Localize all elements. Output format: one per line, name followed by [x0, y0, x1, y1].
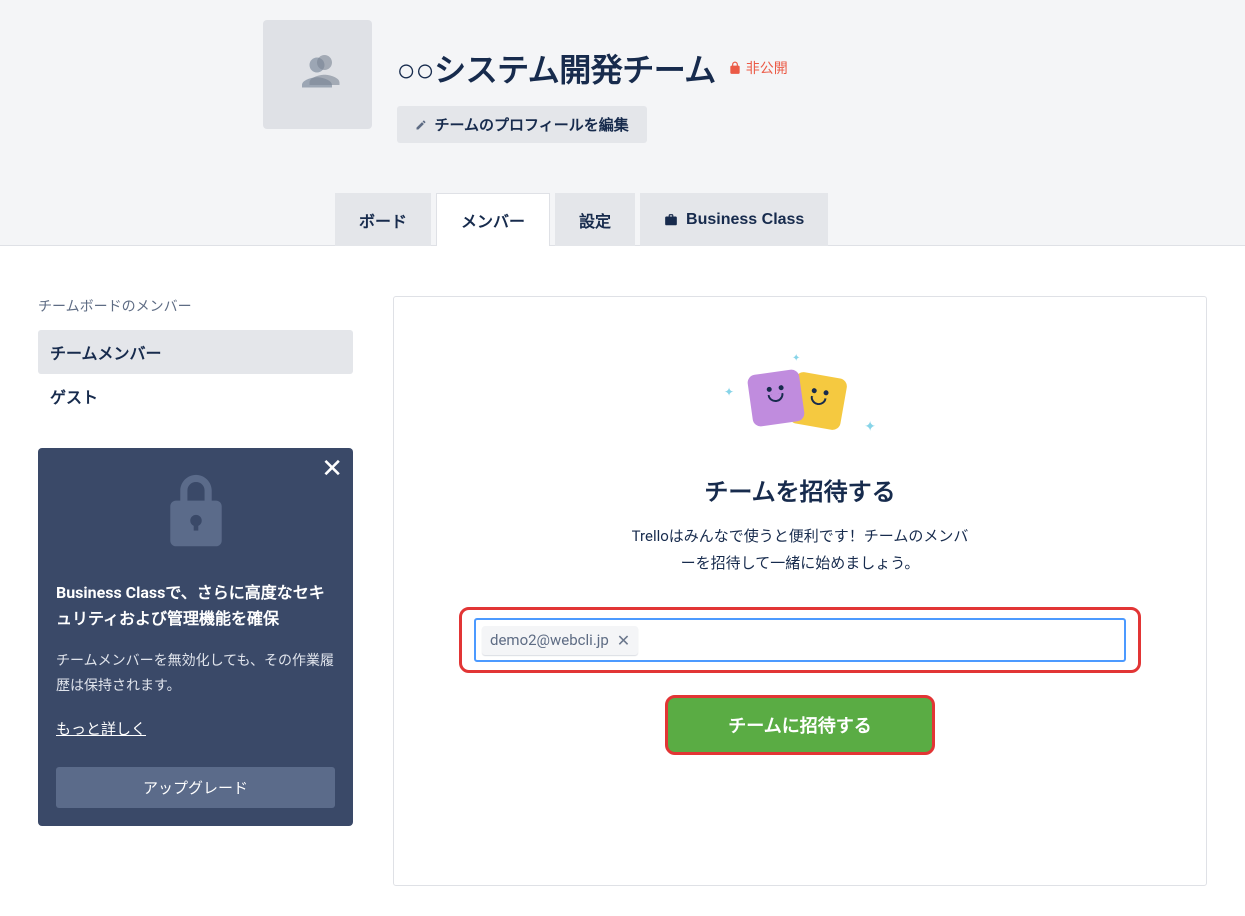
upgrade-button[interactable]: アップグレード — [56, 767, 335, 808]
invite-input-field[interactable]: demo2@webcli.jp ✕ — [474, 618, 1126, 662]
promo-title: Business Classで、さらに高度なセキュリティおよび管理機能を確保 — [56, 580, 335, 631]
edit-profile-button[interactable]: チームのプロフィールを編集 — [397, 106, 647, 143]
edit-profile-label: チームのプロフィールを編集 — [435, 114, 629, 135]
sparkle-icon: ✦ — [724, 385, 734, 399]
invite-text-input[interactable] — [644, 628, 1118, 653]
face-purple-icon — [747, 369, 806, 428]
sidebar: チームボードのメンバー チームメンバー ゲスト ✕ Business Class… — [38, 296, 353, 886]
promo-desc: チームメンバーを無効化しても、その作業履歴は保持されます。 — [56, 649, 335, 699]
header-section: ○○システム開発チーム 非公開 チームのプロフィールを編集 ボード メンバー 設… — [0, 0, 1245, 246]
invite-input-highlight: demo2@webcli.jp ✕ — [459, 607, 1141, 673]
invite-illustration: ✦ ✦ ✦ — [459, 352, 1141, 442]
sparkle-icon: ✦ — [864, 419, 876, 435]
sparkle-icon: ✦ — [792, 353, 800, 364]
invite-submit-button[interactable]: チームに招待する — [665, 695, 934, 755]
email-chip-text: demo2@webcli.jp — [490, 631, 609, 649]
lock-illustration — [56, 472, 335, 556]
promo-learn-more-link[interactable]: もっと詳しく — [56, 718, 146, 739]
promo-card: ✕ Business Classで、さらに高度なセキュリティおよび管理機能を確保… — [38, 448, 353, 826]
team-avatar — [263, 20, 372, 129]
privacy-label: 非公開 — [746, 58, 788, 78]
sidebar-item-guests[interactable]: ゲスト — [38, 374, 353, 418]
tab-business-class[interactable]: Business Class — [640, 193, 828, 246]
lock-large-icon — [161, 472, 231, 552]
chip-remove-icon[interactable]: ✕ — [617, 631, 630, 650]
tab-settings[interactable]: 設定 — [555, 193, 635, 246]
people-icon — [287, 45, 347, 105]
team-name: ○○システム開発チーム — [397, 45, 716, 91]
email-chip: demo2@webcli.jp ✕ — [482, 626, 638, 655]
tab-members[interactable]: メンバー — [436, 193, 550, 246]
tab-boards[interactable]: ボード — [335, 193, 431, 246]
tab-business-class-label: Business Class — [686, 211, 804, 229]
briefcase-icon — [664, 213, 678, 227]
pencil-icon — [415, 119, 427, 131]
tabs-row: ボード メンバー 設定 Business Class — [0, 193, 1245, 246]
invite-desc: Trelloはみんなで使うと便利です！チームのメンバーを招待して一緒に始めましょ… — [625, 523, 975, 577]
close-icon[interactable]: ✕ — [321, 456, 343, 482]
sidebar-item-team-members[interactable]: チームメンバー — [38, 330, 353, 374]
lock-icon — [728, 61, 742, 75]
invite-title: チームを招待する — [459, 472, 1141, 507]
content-panel: ✦ ✦ ✦ チームを招待する Trelloはみんなで使うと便利で — [393, 296, 1207, 886]
privacy-badge: 非公開 — [728, 58, 788, 78]
sidebar-header: チームボードのメンバー — [38, 296, 353, 316]
